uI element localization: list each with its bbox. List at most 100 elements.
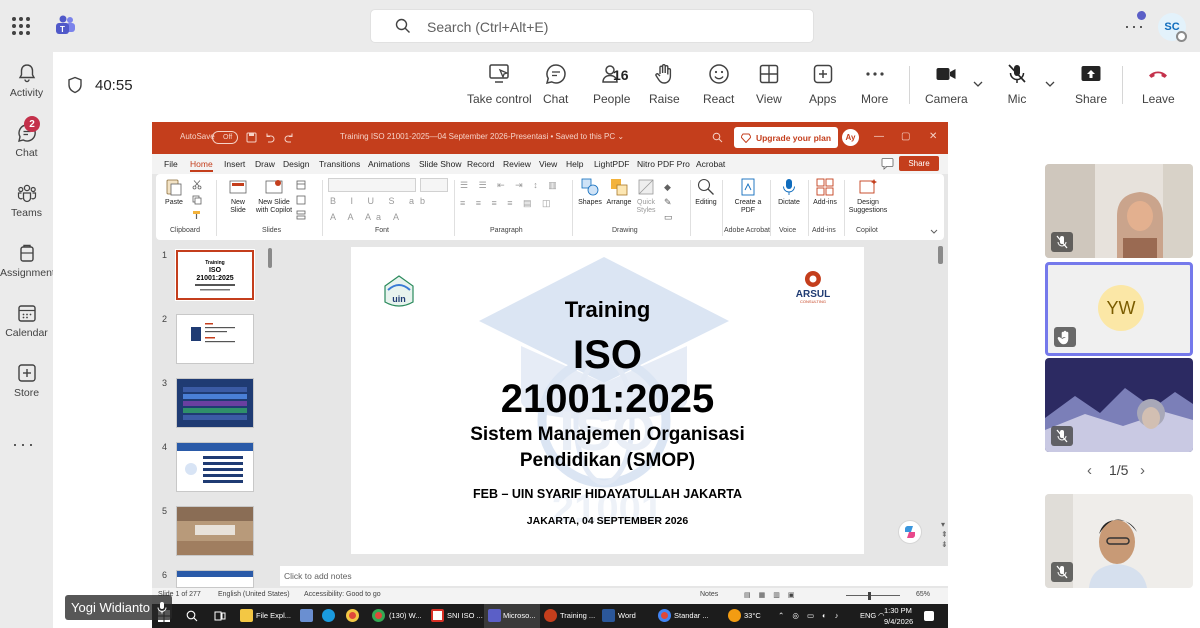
view-button[interactable]: View <box>756 62 782 106</box>
slide-thumbnail-5[interactable] <box>176 506 254 556</box>
more-button[interactable]: More <box>861 62 888 106</box>
gallery-next-icon[interactable]: › <box>1140 462 1145 479</box>
clock-date[interactable]: 9/4/2026 <box>884 617 913 626</box>
file-explorer-icon[interactable] <box>240 609 253 622</box>
tab-home[interactable]: Home <box>190 159 213 172</box>
copilot-icon[interactable] <box>898 520 922 544</box>
chrome-icon[interactable] <box>372 609 385 622</box>
pdf-icon[interactable] <box>431 609 444 622</box>
participant-tile-3[interactable] <box>1045 358 1193 452</box>
notification-center-icon[interactable] <box>924 611 934 621</box>
apps-button[interactable]: Apps <box>809 62 836 106</box>
react-button[interactable]: React <box>703 62 734 106</box>
rail-assignments[interactable]: Assignments <box>0 242 60 279</box>
autosave-toggle[interactable]: Off <box>212 131 238 144</box>
search-box[interactable]: Search (Ctrl+Alt+E) <box>370 9 814 43</box>
slide-thumbnail-3[interactable] <box>176 378 254 428</box>
app-icon[interactable] <box>300 609 313 622</box>
mic-button[interactable]: Mic <box>1005 62 1029 106</box>
cut-icon[interactable] <box>192 180 202 190</box>
slide-thumbnail-6[interactable] <box>176 570 254 588</box>
edge-icon[interactable] <box>322 609 335 622</box>
comments-icon[interactable] <box>881 157 894 170</box>
teams-icon[interactable] <box>488 609 501 622</box>
font-name-box[interactable] <box>328 178 416 192</box>
slide-thumbnail-2[interactable] <box>176 314 254 364</box>
slide-nav-arrows[interactable]: ▾ ⇞ ⇟ <box>941 520 948 550</box>
current-slide[interactable]: uin ARSUL CONSULTING ISO 21001 Training … <box>351 247 864 554</box>
tab-review[interactable]: Review <box>503 159 531 169</box>
copy-icon[interactable] <box>192 195 202 205</box>
chrome-icon[interactable] <box>346 609 359 622</box>
chrome-icon[interactable] <box>658 609 671 622</box>
layout-icon[interactable] <box>296 180 306 190</box>
take-control-button[interactable]: Take control <box>467 62 532 106</box>
shapes-button[interactable]: Shapes <box>578 177 602 207</box>
shape-format-buttons[interactable]: ◆ ✎ ▭ <box>664 180 673 225</box>
tab-draw[interactable]: Draw <box>255 159 275 169</box>
tab-design[interactable]: Design <box>283 159 309 169</box>
taskbar-search-icon[interactable] <box>186 610 198 622</box>
clock-time[interactable]: 1:30 PM <box>884 606 912 615</box>
font-size-box[interactable] <box>420 178 448 192</box>
accessibility-status[interactable]: Accessibility: Good to go <box>304 591 381 598</box>
slide-thumbnail-4[interactable] <box>176 442 254 492</box>
share-button[interactable]: Share <box>1075 62 1107 106</box>
taskbar-app-label[interactable]: (130) W... <box>389 611 422 620</box>
rail-store[interactable]: Store <box>0 362 53 399</box>
new-slide-copilot-button[interactable]: New Slide with Copilot <box>254 177 294 215</box>
tab-acrobat[interactable]: Acrobat <box>696 159 725 169</box>
list-buttons[interactable]: ☰ ☰ ⇤ ⇥ ↕ ▥ <box>460 180 561 191</box>
rail-chat[interactable]: 2 Chat <box>0 116 53 159</box>
taskbar-app-label[interactable]: File Expl... <box>256 611 291 620</box>
create-pdf-button[interactable]: Create a PDF <box>732 177 764 215</box>
paste-button[interactable]: Paste <box>164 177 184 207</box>
editing-button[interactable]: Editing <box>694 177 718 207</box>
gallery-prev-icon[interactable]: ‹ <box>1087 462 1092 479</box>
tab-transitions[interactable]: Transitions <box>319 159 360 169</box>
addins-button[interactable]: Add-ins <box>810 177 840 207</box>
font-color-buttons[interactable]: A A Aa A <box>330 212 404 222</box>
taskbar-app-label[interactable]: Word <box>618 611 636 620</box>
alignment-buttons[interactable]: ≡ ≡ ≡ ≡ ▤ ◫ <box>460 198 555 209</box>
raise-hand-button[interactable]: Raise <box>649 62 680 106</box>
taskbar-app-label[interactable]: Microso... <box>503 611 536 620</box>
word-icon[interactable] <box>602 609 615 622</box>
taskbar-app-label[interactable]: SNI ISO ... <box>447 611 483 620</box>
tab-animations[interactable]: Animations <box>368 159 410 169</box>
language-status[interactable]: English (United States) <box>218 591 290 598</box>
save-icon[interactable] <box>246 132 257 143</box>
taskbar-app-label[interactable]: Training ... <box>560 611 595 620</box>
notes-toggle[interactable]: Notes <box>700 591 718 598</box>
redo-icon[interactable] <box>284 132 295 143</box>
powerpoint-icon[interactable] <box>544 609 557 622</box>
ppt-share-button[interactable]: Share <box>899 156 939 171</box>
app-launcher-icon[interactable] <box>12 17 30 35</box>
slide-thumbnail-1[interactable]: Training ISO 21001:2025 <box>175 249 255 301</box>
reset-icon[interactable] <box>296 195 306 205</box>
leave-button[interactable]: Leave <box>1142 62 1175 106</box>
ppt-user-avatar[interactable]: Ay <box>842 129 859 146</box>
design-suggestions-button[interactable]: Design Suggestions <box>846 177 890 215</box>
thumbnail-scrollbar[interactable] <box>268 248 272 268</box>
tab-file[interactable]: File <box>164 159 178 169</box>
format-painter-icon[interactable] <box>192 210 202 220</box>
system-tray-icons[interactable]: ⌃ ◎ ▭ ◐ ♪ <box>778 611 842 620</box>
rail-calendar[interactable]: Calendar <box>0 302 53 339</box>
quick-styles-button[interactable]: Quick Styles <box>634 177 658 215</box>
tab-view[interactable]: View <box>539 159 557 169</box>
new-slide-button[interactable]: New Slide <box>226 177 250 215</box>
tab-slide-show[interactable]: Slide Show <box>419 159 462 169</box>
chevron-down-icon[interactable] <box>1044 78 1056 90</box>
font-format-buttons[interactable]: B I U S ab <box>330 196 431 206</box>
section-icon[interactable] <box>296 210 306 220</box>
camera-button[interactable]: Camera <box>925 62 968 106</box>
dictate-button[interactable]: Dictate <box>774 177 804 207</box>
input-language[interactable]: ENG <box>860 611 876 620</box>
view-buttons[interactable]: ▤▦▥▣ <box>744 591 802 599</box>
undo-icon[interactable] <box>264 132 275 143</box>
more-apps-icon[interactable]: ··· <box>12 434 36 455</box>
rail-teams[interactable]: Teams <box>0 182 53 219</box>
collapse-ribbon-icon[interactable] <box>930 228 938 236</box>
tab-help[interactable]: Help <box>566 159 583 169</box>
